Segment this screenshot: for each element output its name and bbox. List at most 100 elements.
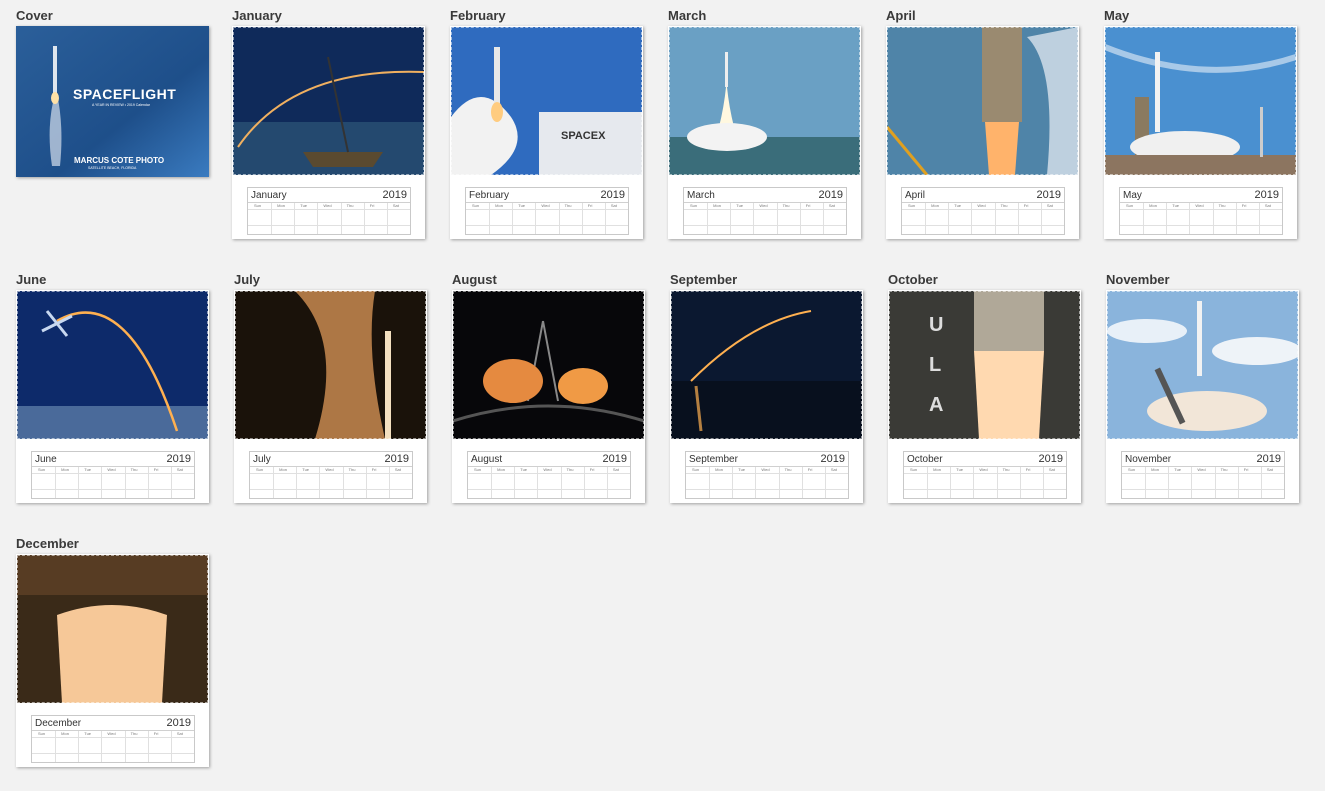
rocket-launch-smoke-image [669,27,860,175]
weekday-label: Tue [736,203,744,208]
month-label: April [886,8,916,23]
month-page-thumbnail[interactable]: March 2019 Sun Mon Tue Wed Thu Fri Sat [668,26,861,239]
weekday-label: Tue [84,467,92,472]
ula-rocket-engines-image: U L A [889,291,1080,439]
calendar-year: 2019 [166,453,191,465]
month-label: August [452,272,497,287]
calendar-grid: September 2019 Sun Mon Tue Wed Thu Fri Sat [685,451,849,499]
weekday-label: Mon [277,203,285,208]
month-page-thumbnail[interactable]: November 2019 Sun Mon Tue Wed Thu Fri Sat [1106,290,1299,503]
weekday-label: Tue [300,203,308,208]
weekday-label: Mon [279,467,287,472]
month-page-thumbnail[interactable]: U L A October 2019 Sun Mon Tue Wed Thu Fri Sat [888,290,1081,503]
svg-text:U: U [929,314,943,336]
weekday-label: Sat [392,203,399,208]
launch-arc-over-water-image [671,291,862,439]
month-label: June [16,272,47,287]
weekday-label: Sat [828,203,835,208]
calendar-year: 2019 [818,189,843,201]
month-page-thumbnail[interactable]: June 2019 Sun Mon Tue Wed Thu Fri Sat [16,290,209,503]
weekday-label: Wed [541,203,550,208]
engine-plume-closeup-image [17,555,208,703]
weekday-label: Sun [38,731,46,736]
month-photo [669,27,860,175]
weekday-label: Sat [394,467,401,472]
weekday-label: Tue [1172,203,1180,208]
calendar-year: 2019 [1036,189,1061,201]
fisheye-night-launch-image [453,291,644,439]
month-photo [671,291,862,439]
weekday-label: Wed [979,467,988,472]
weekday-label: Mon [1149,203,1157,208]
month-label: January [232,8,282,23]
weekday-label: Fri [1241,203,1247,208]
calendar-grid: January 2019 Sun Mon Tue Wed Thu Fri Sat [247,187,411,235]
month-photo [887,27,1078,175]
month-page-thumbnail[interactable]: SPACEX February 2019 Sun Mon Tue Wed Thu Fri S… [450,26,643,239]
rocket-on-launch-pad-image [1105,27,1296,175]
calendar-grid: October 2019 Sun Mon Tue Wed Thu Fri Sat [903,451,1067,499]
month-page-thumbnail[interactable]: August 2019 Sun Mon Tue Wed Thu Fri Sat [452,290,645,503]
weekday-label: Mon [713,203,721,208]
month-photo [233,27,424,175]
weekday-label: Tue [518,203,526,208]
calendar-month-name: September [689,454,738,465]
calendar-year: 2019 [1254,189,1279,201]
rocket-trail-over-sailboat-image [233,27,424,175]
calendar-grid: December 2019 Sun Mon Tue Wed Thu Fri Sat [31,715,195,763]
weekday-label: Fri [589,467,595,472]
weekday-label: Fri [805,203,811,208]
weekday-label: Wed [323,203,332,208]
month-page-thumbnail[interactable]: September 2019 Sun Mon Tue Wed Thu Fri Sat [670,290,863,503]
cover-subtitle: A YEAR IN REVIEW • 2019 Calendar [92,103,150,107]
calendar-month-name: August [471,454,503,465]
month-page-thumbnail[interactable]: April 2019 Sun Mon Tue Wed Thu Fri Sat [886,26,1079,239]
weekday-label: Thu [782,203,790,208]
weekday-label: Sat [1266,467,1273,472]
weekday-label: Sun [910,467,918,472]
month-label: March [668,8,707,23]
calendar-month-name: February [469,190,510,201]
month-photo [1105,27,1296,175]
weekday-label: Sun [38,467,46,472]
rocket-arc-twilight-image [17,291,208,439]
month-photo [235,291,426,439]
weekday-label: Wed [107,467,116,472]
month-label: July [234,272,261,287]
weekday-label: Fri [1025,467,1031,472]
weekday-label: Thu [1218,203,1226,208]
month-page-thumbnail[interactable]: January 2019 Sun Mon Tue Wed Thu Fri Sat [232,26,425,239]
weekday-label: Fri [807,467,813,472]
night-launch-steam-image [235,291,426,439]
rocket-launch-spacex-hangar-image: SPACEX [451,27,642,175]
month-photo [17,291,208,439]
weekday-label: Tue [520,467,528,472]
month-page-thumbnail[interactable]: December 2019 Sun Mon Tue Wed Thu Fri Sat [16,554,209,767]
weekday-label: Fri [369,203,375,208]
weekday-label: Mon [495,203,503,208]
weekday-label: Tue [1174,467,1182,472]
calendar-grid: June 2019 Sun Mon Tue Wed Thu Fri Sat [31,451,195,499]
weekday-label: Tue [738,467,746,472]
month-photo [1107,291,1298,439]
month-photo: SPACEX [451,27,642,175]
cover-page-thumbnail[interactable]: SPACEFLIGHT A YEAR IN REVIEW • 2019 Cale… [16,26,209,177]
weekday-label: Sun [254,203,262,208]
calendar-year: 2019 [382,189,407,201]
weekday-label: Sat [176,731,183,736]
weekday-label: Fri [1023,203,1029,208]
month-page-thumbnail[interactable]: July 2019 Sun Mon Tue Wed Thu Fri Sat [234,290,427,503]
weekday-label: Tue [302,467,310,472]
calendar-grid: November 2019 Sun Mon Tue Wed Thu Fri Sat [1121,451,1285,499]
rocket-launch-clouds-image [1107,291,1298,439]
calendar-year: 2019 [1256,453,1281,465]
weekday-label: Wed [107,731,116,736]
weekday-label: Thu [566,467,574,472]
calendar-month-name: October [907,454,943,465]
weekday-label: Thu [784,467,792,472]
calendar-grid: April 2019 Sun Mon Tue Wed Thu Fri Sat [901,187,1065,235]
month-page-thumbnail[interactable]: May 2019 Sun Mon Tue Wed Thu Fri Sat [1104,26,1297,239]
weekday-label: Sat [1048,467,1055,472]
svg-text:SPACEX: SPACEX [561,130,606,142]
weekday-label: Mon [1151,467,1159,472]
